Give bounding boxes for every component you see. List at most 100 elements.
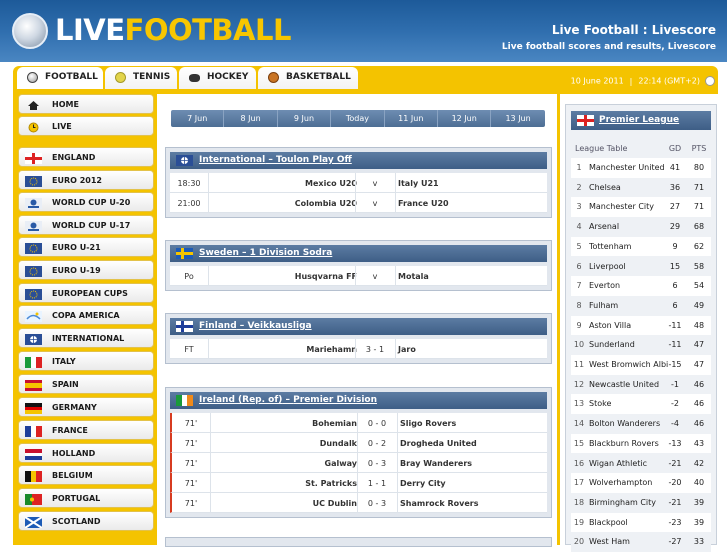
league-block: Finland – Veikkausliga FT Mariehamn 3 - …	[165, 313, 552, 364]
nav-item-germany[interactable]: GERMANY	[18, 397, 154, 417]
nav-item-live[interactable]: LIVE	[18, 116, 154, 136]
points: 39	[693, 517, 705, 527]
away-team: Sligo Rovers	[400, 419, 457, 428]
points: 71	[693, 202, 705, 212]
match-row[interactable]: 21:00 Colombia U20 v France U20	[170, 193, 547, 213]
match-row[interactable]: 71' Bohemian 0 - 0 Sligo Rovers	[170, 413, 547, 433]
nav-item-euro-2012[interactable]: EURO 2012	[18, 170, 154, 190]
match-row[interactable]: 71' Galway 0 - 3 Bray Wanderers	[170, 453, 547, 473]
belgium-flag-icon	[25, 471, 42, 482]
table-row[interactable]: 11 West Bromwich Albi -15 47	[571, 355, 711, 375]
nav-item-copa-america[interactable]: COPA AMERICA	[18, 305, 154, 325]
table-row[interactable]: 6 Liverpool 15 58	[571, 256, 711, 277]
date-tab-4[interactable]: 11 Jun	[385, 110, 438, 127]
table-row[interactable]: 7 Everton 6 54	[571, 276, 711, 296]
league-title[interactable]: Sweden – 1 Division Sodra	[199, 248, 332, 258]
match-row[interactable]: 71' St. Patricks 1 - 1 Derry City	[170, 473, 547, 493]
match-row[interactable]: FT Mariehamn 3 - 1 Jaro	[170, 339, 547, 359]
tennis-ball-icon	[115, 72, 126, 83]
away-team: Bray Wanderers	[400, 459, 473, 468]
clock-icon[interactable]	[705, 76, 715, 86]
table-row[interactable]: 2 Chelsea 36 71	[571, 177, 711, 198]
site-logo[interactable]: LIVEFOOTBALL	[55, 13, 291, 47]
goal-difference: 41	[669, 163, 681, 172]
league-block: Sweden – 1 Division Sodra Po Husqvarna F…	[165, 240, 552, 291]
logo-ball-icon[interactable]	[12, 13, 48, 49]
table-row[interactable]: 17 Wolverhampton -20 40	[571, 473, 711, 493]
date-tab-0[interactable]: 7 Jun	[171, 110, 225, 127]
table-row[interactable]: 9 Aston Villa -11 48	[571, 315, 711, 336]
goal-difference: -4	[671, 419, 679, 429]
position: 16	[573, 458, 585, 468]
international-icon	[176, 155, 193, 166]
points: 47	[693, 340, 705, 350]
table-row[interactable]: 13 Stoke -2 46	[571, 394, 711, 415]
nav-item-world-cup-u-17[interactable]: WORLD CUP U-17	[18, 215, 154, 235]
away-team: Derry City	[400, 479, 446, 488]
league-title[interactable]: Ireland (Rep. of) – Premier Division	[199, 395, 377, 405]
match-score: 3 - 1	[365, 345, 385, 354]
match-row[interactable]: 71' Dundalk 0 - 2 Drogheda United	[170, 433, 547, 453]
divider	[210, 413, 211, 432]
nav-item-euro-u-21[interactable]: EURO U-21	[18, 237, 154, 257]
premier-league-title[interactable]: Premier League	[599, 115, 679, 125]
table-row[interactable]: 3 Manchester City 27 71	[571, 197, 711, 218]
league-block	[165, 537, 552, 547]
site-header: LIVEFOOTBALL Live Football : Livescore L…	[0, 0, 727, 62]
date-tab-2[interactable]: 9 Jun	[278, 110, 332, 127]
nav-item-international[interactable]: INTERNATIONAL	[18, 328, 154, 348]
league-title[interactable]: Finland – Veikkausliga	[199, 321, 312, 331]
league-title[interactable]: International – Toulon Play Off	[199, 155, 352, 165]
nav-item-spain[interactable]: SPAIN	[18, 374, 154, 394]
match-row[interactable]: 18:30 Mexico U20 v Italy U21	[170, 173, 547, 193]
nav-item-italy[interactable]: ITALY	[18, 351, 154, 371]
position: 17	[573, 478, 585, 488]
match-row[interactable]: 71' UC Dublin 0 - 3 Shamrock Rovers	[170, 493, 547, 513]
points: 58	[693, 261, 705, 271]
table-row[interactable]: 1 Manchester United 41 80	[571, 158, 711, 178]
match-row[interactable]: Po Husqvarna FF v Motala	[170, 266, 547, 286]
premier-league-header[interactable]: Premier League	[571, 111, 711, 130]
match-score: v	[372, 199, 378, 208]
table-row[interactable]: 18 Birmingham City -21 39	[571, 492, 711, 513]
table-row[interactable]: 20 West Ham -27 33	[571, 532, 711, 552]
nav-item-portugal[interactable]: PORTUGAL	[18, 488, 154, 508]
date-tab-5[interactable]: 12 Jun	[438, 110, 492, 127]
nav-item-scotland[interactable]: SCOTLAND	[18, 511, 154, 531]
tab-football[interactable]: FOOTBALL	[17, 67, 103, 89]
table-row[interactable]: 5 Tottenham 9 62	[571, 236, 711, 257]
football-icon	[27, 72, 38, 83]
tab-basketball[interactable]: BASKETBALL	[258, 67, 358, 89]
points: 46	[693, 399, 705, 409]
position: 14	[573, 419, 585, 429]
nav-item-england[interactable]: ENGLAND	[18, 147, 154, 167]
date-tab-1[interactable]: 8 Jun	[224, 110, 278, 127]
international-icon	[25, 334, 42, 345]
date-tab-3[interactable]: Today	[331, 110, 385, 127]
nav-item-belgium[interactable]: BELGIUM	[18, 465, 154, 485]
table-row[interactable]: 15 Blackburn Rovers -13 43	[571, 433, 711, 454]
house-icon	[25, 100, 42, 110]
divider	[395, 266, 396, 285]
nav-item-holland[interactable]: HOLLAND	[18, 443, 154, 463]
nav-item-world-cup-u-20[interactable]: WORLD CUP U-20	[18, 192, 154, 212]
table-row[interactable]: 8 Fulham 6 49	[571, 295, 711, 316]
table-row[interactable]: 14 Bolton Wanderers -4 46	[571, 414, 711, 434]
date-tab-6[interactable]: 13 Jun	[491, 110, 544, 127]
tab-tennis[interactable]: TENNIS	[105, 67, 177, 89]
goal-difference: -11	[668, 320, 682, 330]
nav-item-home[interactable]: HOME	[18, 94, 154, 114]
uefa-icon	[25, 176, 42, 187]
table-row[interactable]: 10 Sunderland -11 47	[571, 335, 711, 355]
nav-item-european-cups[interactable]: EUROPEAN CUPS	[18, 283, 154, 303]
table-row[interactable]: 4 Arsenal 29 68	[571, 217, 711, 237]
table-row[interactable]: 16 Wigan Athletic -21 42	[571, 453, 711, 474]
tab-hockey[interactable]: HOCKEY	[179, 67, 256, 89]
nav-item-euro-u-19[interactable]: EURO U-19	[18, 260, 154, 280]
goal-difference: -13	[668, 438, 682, 448]
table-row[interactable]: 19 Blackpool -23 39	[571, 512, 711, 533]
table-row[interactable]: 12 Newcastle United -1 46	[571, 374, 711, 395]
nav-item-france[interactable]: FRANCE	[18, 420, 154, 440]
divider	[208, 266, 209, 285]
current-date: 10 June 2011	[570, 76, 624, 86]
